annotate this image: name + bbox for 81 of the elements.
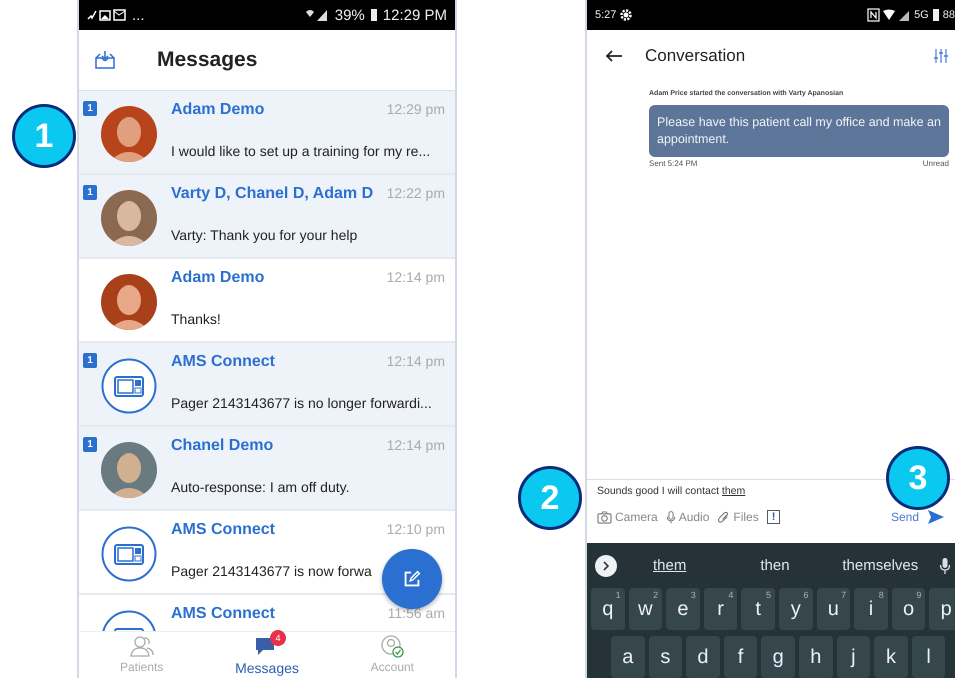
device-icon [101, 526, 157, 582]
sliders-icon[interactable] [933, 48, 949, 64]
priority-toggle[interactable]: ! [766, 510, 780, 524]
unread-badge: 1 [83, 353, 97, 368]
notification-icons [87, 8, 127, 22]
message-time: 12:14 pm [386, 437, 445, 453]
camera-icon [597, 510, 612, 524]
message-time: 12:29 pm [386, 101, 445, 117]
conversation-row[interactable]: 1 AMS Connect 12:14 pm Pager 2143143677 is no longer forwardi... [79, 343, 455, 427]
keyboard-key[interactable]: p [929, 588, 955, 630]
send-button[interactable]: Send [890, 509, 945, 525]
status-time: 12:29 PM [382, 6, 447, 24]
screen-title: Conversation [645, 46, 746, 66]
suggestion[interactable]: themselves [828, 557, 933, 574]
battery-icon [932, 8, 940, 22]
callout-number: 1 [12, 104, 76, 168]
back-arrow-icon[interactable] [605, 49, 623, 63]
status-text: ... [132, 6, 145, 24]
people-icon [128, 634, 155, 658]
microphone-icon[interactable] [938, 556, 951, 574]
message-preview: Pager 2143143677 is no longer forwardi... [171, 395, 433, 411]
keyboard-key[interactable]: j [836, 636, 870, 678]
message-time: 12:14 pm [386, 353, 445, 369]
attach-button[interactable]: Audio [666, 510, 710, 524]
contact-name: Adam Demo [171, 101, 264, 119]
contact-name: Chanel Demo [171, 437, 274, 455]
contact-name: AMS Connect [171, 521, 275, 539]
read-status: Unread [922, 159, 949, 168]
conversation-row[interactable]: 1 Varty D, Chanel D, Adam D 12:22 pm Varty: Thank you for your help [79, 175, 455, 259]
keyboard-key[interactable]: f [724, 636, 758, 678]
keyboard-key[interactable]: s [648, 636, 682, 678]
sent-time: Sent 5:24 PM [649, 159, 698, 168]
message-bubble: Please have this patient call my office and make an appointment. [649, 105, 949, 157]
keyboard-key[interactable]: d [686, 636, 720, 678]
keyboard-key[interactable]: k [874, 636, 908, 678]
account-icon [379, 634, 406, 658]
message-preview: Auto-response: I am off duty. [171, 479, 350, 495]
contact-name: AMS Connect [171, 605, 275, 623]
message-time: 11:56 am [388, 605, 445, 621]
message-input[interactable]: Sounds good I will contact them [597, 485, 746, 503]
suggestion[interactable]: them [617, 557, 722, 574]
attach-button[interactable]: Files [717, 510, 759, 524]
unread-badge: 1 [83, 437, 97, 452]
message-preview: Pager 2143143677 is now forwa [171, 563, 373, 579]
device-icon [101, 358, 157, 414]
callout-number: 3 [886, 446, 950, 510]
contact-name: AMS Connect [171, 353, 275, 371]
message-time: 12:22 pm [386, 185, 445, 201]
screen-title: Messages [157, 48, 258, 72]
unread-badge: 1 [83, 101, 97, 116]
conversation-row[interactable]: 1 Chanel Demo 12:14 pm Auto-response: I am off duty. [79, 427, 455, 511]
status-time: 5:27 [595, 9, 616, 21]
message-preview: Thanks! [171, 311, 222, 327]
battery-icon [370, 8, 378, 22]
unread-badge: 1 [83, 185, 97, 200]
contact-name: Varty D, Chanel D, Adam D [171, 185, 374, 203]
message-time: 12:14 pm [386, 269, 445, 285]
contact-name: Adam Demo [171, 269, 264, 287]
count-badge: 4 [270, 630, 286, 646]
conversation-row[interactable]: 1 Adam Demo 12:29 pm I would like to set up a training for my re... [79, 91, 455, 175]
battery-percent: 88 [942, 9, 955, 21]
battery-percent: 39% [334, 6, 365, 24]
keyboard-key[interactable]: g [761, 636, 795, 678]
nav-tab[interactable]: 4 Messages [204, 632, 330, 678]
keyboard-key[interactable]: h [798, 636, 833, 678]
message-preview: I would like to set up a training for my re... [171, 143, 432, 159]
keyboard-key[interactable]: a [611, 636, 645, 678]
expand-icon[interactable] [595, 554, 617, 576]
network-type: 5G [914, 9, 929, 21]
message-time: 12:10 pm [386, 521, 445, 537]
attach-button[interactable]: Camera [597, 510, 658, 524]
suggestion[interactable]: then [722, 557, 828, 574]
microphone-icon [666, 510, 676, 524]
message-preview: Varty: Thank you for your help [171, 227, 358, 243]
callout-number: 2 [518, 466, 582, 530]
signal-icon [304, 8, 330, 22]
keyboard-key[interactable]: l [912, 636, 946, 678]
paperclip-icon [717, 510, 730, 524]
gear-icon [619, 8, 634, 22]
signal-icons [867, 8, 912, 22]
inbox-icon[interactable] [93, 48, 117, 72]
